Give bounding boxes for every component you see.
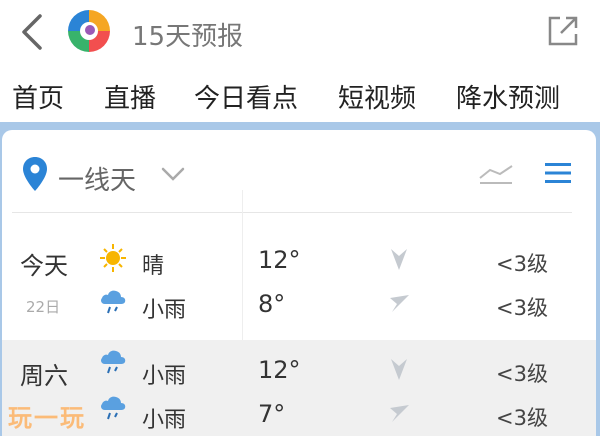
forecast-row-saturday-night[interactable]: 小雨 7° <3级: [2, 390, 596, 436]
nav-item-home[interactable]: 首页: [12, 78, 64, 115]
wind-direction-northeast-icon: [390, 405, 409, 422]
chevron-down-icon[interactable]: [160, 164, 186, 184]
nav-item-short-video[interactable]: 短视频: [338, 78, 416, 115]
location-pin-icon: [23, 157, 47, 191]
weather-condition: 晴: [142, 254, 165, 279]
forecast-row-today-night[interactable]: 22日 小雨 8° <3级: [2, 284, 596, 328]
forecast-card: 一线天 今天 晴 12° <3级 22日 小雨 8° <3级 周六 小雨 12°…: [2, 130, 596, 436]
nav-item-live[interactable]: 直播: [104, 78, 156, 115]
weather-condition: 小雨: [142, 298, 187, 323]
top-bar: 15天预报: [0, 0, 600, 68]
wind-direction-down-icon: [391, 359, 407, 380]
wind-direction-northeast-icon: [390, 295, 409, 312]
trend-chart-icon[interactable]: [478, 160, 514, 186]
column-divider: [242, 190, 243, 340]
temperature: 12°: [258, 246, 301, 274]
weather-condition: 小雨: [142, 364, 187, 389]
nav-item-today[interactable]: 今日看点: [194, 78, 298, 115]
forecast-row-saturday-day[interactable]: 周六 小雨 12° <3级: [2, 340, 596, 390]
temperature: 12°: [258, 356, 301, 384]
temperature: 8°: [258, 290, 286, 318]
list-view-icon[interactable]: [544, 160, 572, 186]
forecast-row-today-day[interactable]: 今天 晴 12° <3级: [2, 240, 596, 284]
nav-item-precipitation[interactable]: 降水预测: [456, 78, 560, 115]
external-link-icon[interactable]: [546, 14, 580, 48]
wind-direction-down-icon: [391, 249, 407, 270]
rain-cloud-icon: [101, 396, 126, 420]
day-label: 周六: [20, 362, 68, 390]
wind-level: <3级: [496, 406, 548, 430]
day-label: 今天: [20, 252, 68, 280]
temperature: 7°: [258, 400, 286, 428]
header-divider: [12, 212, 572, 213]
sun-icon: [100, 244, 126, 272]
wind-level: <3级: [496, 362, 548, 386]
rain-cloud-icon: [101, 290, 126, 314]
chevron-left-icon[interactable]: [16, 10, 52, 54]
nav-bar: 首页 直播 今日看点 短视频 降水预测: [0, 68, 600, 122]
wind-level: <3级: [496, 252, 548, 276]
location-header: 一线天: [2, 130, 596, 214]
watermark: 玩一玩: [8, 404, 86, 432]
rain-cloud-icon: [101, 350, 126, 374]
wind-level: <3级: [496, 296, 548, 320]
location-name[interactable]: 一线天: [58, 160, 136, 197]
page-title: 15天预报: [132, 22, 244, 52]
date-label: 22日: [26, 298, 61, 316]
weather-condition: 小雨: [142, 408, 187, 433]
app-logo-icon: [68, 10, 110, 52]
